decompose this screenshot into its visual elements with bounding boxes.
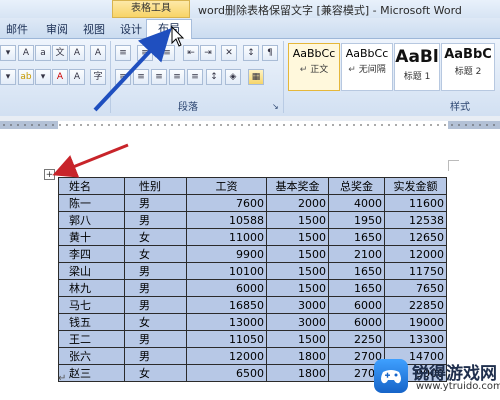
blue-arrow	[93, 28, 172, 112]
annotation-arrows	[52, 25, 185, 178]
gamepad-logo-icon	[374, 359, 408, 393]
watermark: 锐得游戏网 www.ytruido.com	[372, 355, 500, 400]
red-arrow	[52, 143, 129, 178]
watermark-url: www.ytruido.com	[416, 381, 500, 392]
mouse-cursor-icon	[171, 25, 185, 47]
